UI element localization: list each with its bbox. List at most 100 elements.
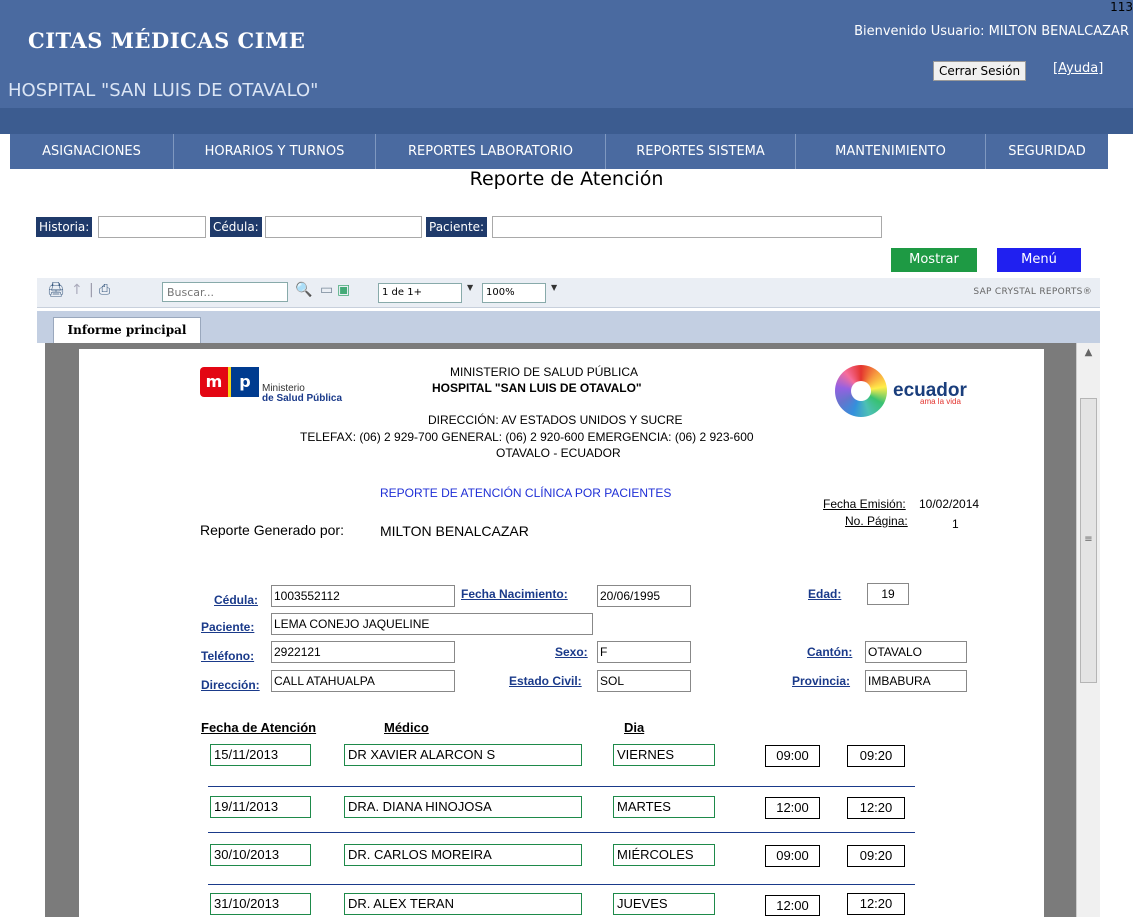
paciente-input[interactable] xyxy=(492,216,882,238)
upload-icon[interactable]: ↑ xyxy=(71,282,83,298)
page-icon[interactable]: ▭ xyxy=(320,282,333,298)
page-number: 1 xyxy=(952,517,959,531)
appointment-start: 09:00 xyxy=(765,745,820,767)
row-separator xyxy=(208,832,915,833)
print-icon[interactable]: 🖨 xyxy=(47,282,65,298)
logout-button[interactable]: Cerrar Sesión xyxy=(933,61,1027,81)
patient-name-label: Paciente: xyxy=(201,620,255,634)
report-tabstrip: Informe principal xyxy=(37,311,1100,343)
appointment-date: 31/10/2013 xyxy=(210,893,311,915)
province-label: Provincia: xyxy=(792,674,851,688)
msp-logo-text: Ministerio de Salud Pública xyxy=(262,383,343,404)
zoom-select[interactable]: 100% xyxy=(482,283,546,303)
appointment-start: 12:00 xyxy=(765,797,820,819)
age-label: Edad: xyxy=(808,587,842,601)
help-link[interactable]: [Ayuda] xyxy=(1053,61,1103,76)
row-separator xyxy=(208,884,915,885)
civil-status-label: Estado Civil: xyxy=(509,674,582,688)
row-separator xyxy=(208,786,915,787)
appointment-day: JUEVES xyxy=(613,893,715,915)
msp-logo: m p xyxy=(200,367,260,397)
hospital-phones: TELEFAX: (06) 2 929-700 GENERAL: (06) 2 … xyxy=(300,430,754,444)
nav-seguridad[interactable]: SEGURIDAD xyxy=(986,134,1108,169)
appointment-doctor: DR. CARLOS MOREIRA xyxy=(344,844,582,866)
nav-reportes-sistema[interactable]: REPORTES SISTEMA xyxy=(606,134,796,169)
report-toolbar: 🖨 ↑ | ⎙ 🔍 ▭ ▣ 1 de 1+ ▼ 100% ▼ SAP CRYST… xyxy=(37,278,1100,308)
appointment-day: MARTES xyxy=(613,796,715,818)
cedula-value: 1003552112 xyxy=(271,585,455,607)
historia-input[interactable] xyxy=(98,216,206,238)
emission-date: 10/02/2014 xyxy=(919,497,980,511)
cedula-input[interactable] xyxy=(265,216,422,238)
page-dropdown-arrow-icon[interactable]: ▼ xyxy=(467,283,473,292)
welcome-text: Bienvenido Usuario: MILTON BENALCAZAR xyxy=(854,24,1129,39)
show-button[interactable]: Mostrar xyxy=(891,248,977,272)
grip-icon: ≡ xyxy=(1084,534,1093,545)
menu-button[interactable]: Menú xyxy=(997,248,1081,272)
col-day-header: Dia xyxy=(624,720,645,735)
app-header: CITAS MÉDICAS CIME HOSPITAL "SAN LUIS DE… xyxy=(0,0,1133,108)
appointment-doctor: DR XAVIER ALARCON S xyxy=(344,744,582,766)
appointment-date: 15/11/2013 xyxy=(210,744,311,766)
appointment-start: 12:00 xyxy=(765,895,820,916)
age-value: 19 xyxy=(867,583,909,605)
sex-value: F xyxy=(597,641,691,663)
brand-title: CITAS MÉDICAS CIME xyxy=(28,28,306,53)
patient-name-value: LEMA CONEJO JAQUELINE xyxy=(271,613,593,635)
binoculars-icon[interactable]: 🔍 xyxy=(295,282,312,298)
scroll-up-icon[interactable]: ▲ xyxy=(1077,347,1100,358)
appointment-day: VIERNES xyxy=(613,744,715,766)
col-date-header: Fecha de Atención xyxy=(201,720,317,735)
page-navigator[interactable]: 1 de 1+ xyxy=(378,283,462,303)
phone-value: 2922121 xyxy=(271,641,455,663)
appointment-date: 30/10/2013 xyxy=(210,844,311,866)
ecuador-tagline: ama la vida xyxy=(920,397,961,406)
hospital-name: HOSPITAL "SAN LUIS DE OTAVALO" xyxy=(8,80,319,101)
appointment-day: MIÉRCOLES xyxy=(613,844,715,866)
dob-label: Fecha Nacimiento: xyxy=(461,587,568,601)
export-icon[interactable]: ⎙ xyxy=(99,282,110,298)
canton-value: OTAVALO xyxy=(865,641,967,663)
report-name: REPORTE DE ATENCIÓN CLÍNICA POR PACIENTE… xyxy=(380,486,672,500)
nav-reportes-laboratorio[interactable]: REPORTES LABORATORIO xyxy=(376,134,606,169)
nav-asignaciones[interactable]: ASIGNACIONES xyxy=(10,134,174,169)
vertical-scrollbar[interactable]: ▲ ≡ xyxy=(1076,343,1100,917)
appointment-date: 19/11/2013 xyxy=(210,796,311,818)
historia-label: Historia: xyxy=(36,217,93,237)
emission-label: Fecha Emisión: xyxy=(823,497,906,511)
corner-text: 113 xyxy=(1110,0,1133,14)
hospital-address: DIRECCIÓN: AV ESTADOS UNIDOS Y SUCRE xyxy=(428,413,683,427)
report-search-input[interactable] xyxy=(162,282,288,302)
appointment-start: 09:00 xyxy=(765,845,820,867)
tab-informe-principal[interactable]: Informe principal xyxy=(53,317,201,343)
col-doctor-header: Médico xyxy=(384,720,429,735)
address-value: CALL ATAHUALPA xyxy=(271,670,455,692)
appointment-doctor: DRA. DIANA HINOJOSA xyxy=(344,796,582,818)
zoom-dropdown-arrow-icon[interactable]: ▼ xyxy=(551,283,557,292)
dob-value: 20/06/1995 xyxy=(597,585,691,607)
hospital-city: OTAVALO - ECUADOR xyxy=(496,446,621,460)
navigate-icon[interactable]: ▣ xyxy=(337,282,350,298)
report-hospital-name: HOSPITAL "SAN LUIS DE OTAVALO" xyxy=(432,381,642,395)
generated-by-value: MILTON BENALCAZAR xyxy=(380,523,529,539)
civil-status-value: SOL xyxy=(597,670,691,692)
cedula-label: Cédula: xyxy=(210,217,262,237)
separator-icon: | xyxy=(89,282,94,298)
address-label: Dirección: xyxy=(201,678,260,692)
page-number-label: No. Página: xyxy=(845,514,908,528)
generated-by-label: Reporte Generado por: xyxy=(200,522,344,538)
header-band xyxy=(0,108,1133,134)
ecuador-logo xyxy=(835,365,887,417)
app-window: CITAS MÉDICAS CIME HOSPITAL "SAN LUIS DE… xyxy=(0,0,1133,917)
vendor-label: SAP CRYSTAL REPORTS® xyxy=(973,287,1092,297)
main-nav: ASIGNACIONES HORARIOS Y TURNOS REPORTES … xyxy=(10,134,1108,169)
appointment-end: 09:20 xyxy=(847,845,905,867)
appointment-end: 12:20 xyxy=(847,893,905,915)
nav-mantenimiento[interactable]: MANTENIMIENTO xyxy=(796,134,986,169)
scroll-thumb[interactable]: ≡ xyxy=(1080,398,1097,683)
province-value: IMBABURA xyxy=(865,670,967,692)
paciente-label: Paciente: xyxy=(426,217,488,237)
canton-label: Cantón: xyxy=(807,645,853,659)
nav-horarios-turnos[interactable]: HORARIOS Y TURNOS xyxy=(174,134,376,169)
appointment-doctor: DR. ALEX TERAN xyxy=(344,893,582,915)
